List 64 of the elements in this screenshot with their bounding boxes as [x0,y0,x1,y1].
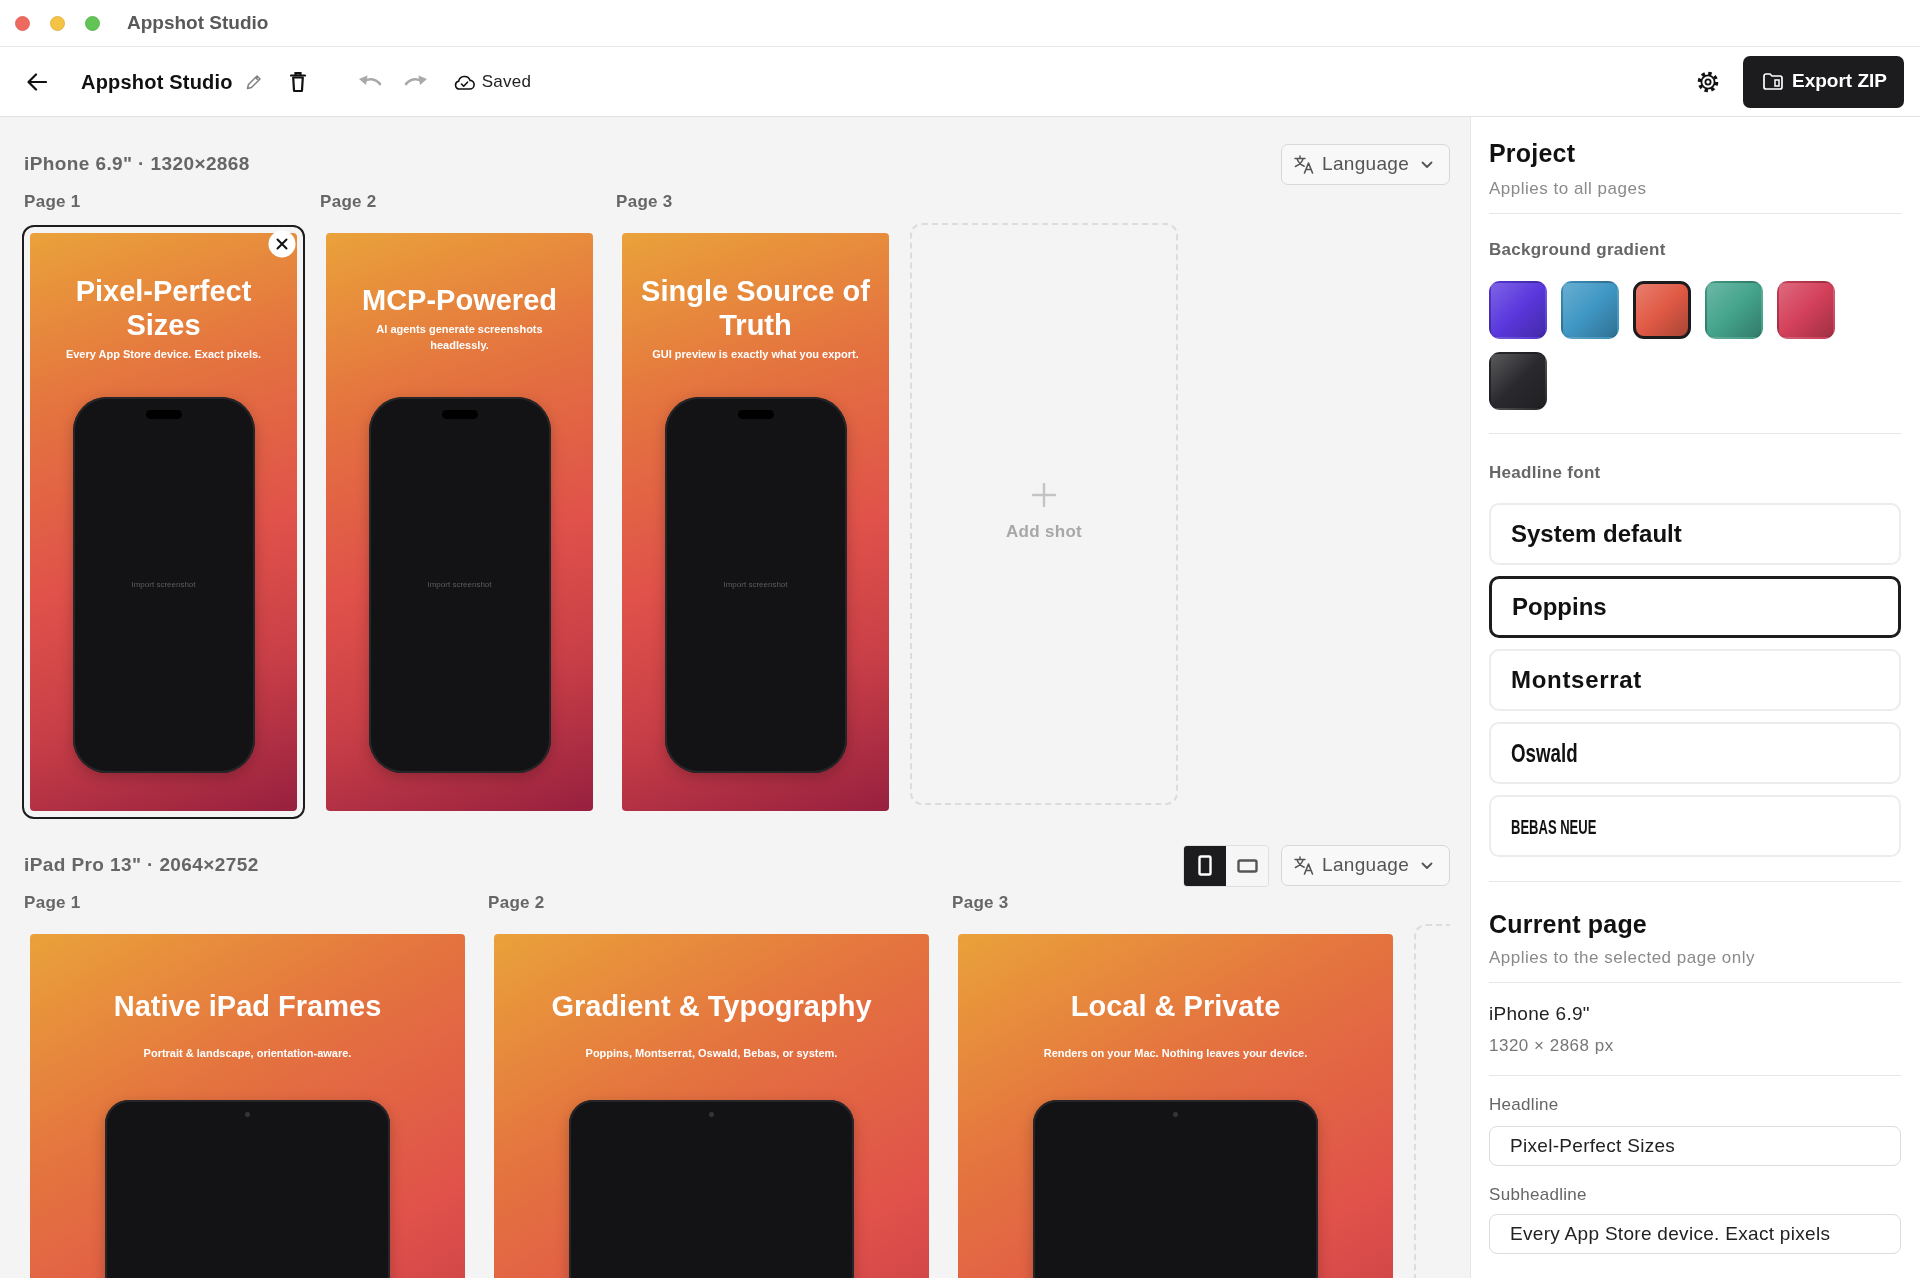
card-headline: Native iPad Frames [113,989,382,1023]
field-label: Background gradient [1489,239,1666,261]
card-subheadline: AI agents generate screenshots headlessly. [375,322,544,353]
camera-dot-icon [1173,1112,1178,1117]
add-shot-label: Add shot [1005,521,1083,544]
window-title: Appshot Studio [127,10,269,35]
device-heading: iPad Pro 13" · 2064×2752 [24,853,259,878]
page-label: Page 1 [24,192,81,212]
portrait-icon [1198,855,1213,876]
trash-icon[interactable] [289,71,306,92]
chevron-down-icon [1421,861,1433,870]
portrait-toggle[interactable] [1184,845,1227,886]
gradient-swatch-icon[interactable] [1633,281,1691,339]
card-headline: Local & Private [1070,989,1281,1023]
back-arrow-icon[interactable] [27,72,47,91]
font-option[interactable]: Oswald [1489,722,1901,784]
font-option[interactable]: Poppins [1489,576,1901,638]
chevron-down-icon [1421,160,1433,169]
card-headline: Pixel-Perfect Sizes [74,274,253,342]
page-label: Page 3 [616,192,673,212]
settings-icon[interactable] [1697,70,1719,93]
folder-icon [1763,73,1783,90]
page-label: Page 2 [488,893,545,913]
card-headline: Gradient & Typography [551,989,872,1023]
field-label: Subheadline [1489,1184,1587,1206]
card-headline: MCP-Powered [362,283,557,317]
close-icon[interactable] [268,230,296,258]
close-window-icon[interactable] [15,15,30,31]
text-field[interactable]: Pixel-Perfect Sizes [1489,1126,1901,1166]
device-size: 1320 × 2868 px [1489,1035,1614,1057]
translate-icon [1294,155,1315,174]
export-button[interactable]: Export ZIP [1743,55,1904,108]
language-dropdown[interactable]: Language [1281,144,1450,185]
landscape-icon [1236,858,1258,873]
field-label: Headline [1489,1094,1559,1116]
device-heading: iPhone 6.9" · 1320×2868 [24,152,250,177]
font-option[interactable]: Montserrat [1489,649,1901,711]
text-field[interactable]: Every App Store device. Exact pixels [1489,1214,1901,1254]
card-subheadline: Portrait & landscape, orientation-aware. [143,1046,352,1061]
card-headline: Single Source of Truth [640,274,871,342]
save-status: Saved [481,70,532,93]
section-title: Project [1489,138,1576,168]
pencil-icon[interactable] [245,73,262,90]
card-subheadline: Poppins, Montserrat, Oswald, Bebas, or system. [585,1046,838,1061]
page-label: Page 2 [320,192,377,212]
translate-icon [1294,856,1315,875]
card-subheadline: Every App Store device. Exact pixels. [65,347,262,362]
font-option[interactable]: System default [1489,503,1901,565]
section-title: Current page [1489,909,1647,939]
camera-dot-icon [245,1112,250,1117]
field-label: Headline font [1489,462,1601,484]
section-subtitle: Applies to the selected page only [1489,947,1755,969]
language-dropdown[interactable]: Language [1281,845,1450,886]
page-label: Page 3 [952,893,1009,913]
camera-dot-icon [709,1112,714,1117]
section-subtitle: Applies to all pages [1489,178,1647,200]
card-subheadline: Renders on your Mac. Nothing leaves your device. [1043,1046,1308,1061]
cloud-check-icon [453,73,475,90]
card-subheadline: GUI preview is exactly what you export. [652,347,859,362]
page-label: Page 1 [24,893,81,913]
device-name: iPhone 6.9" [1489,1002,1590,1026]
plus-icon [1032,483,1056,508]
project-name: Appshot Studio [81,69,233,95]
font-option[interactable]: BEBAS NEUE [1489,795,1901,857]
